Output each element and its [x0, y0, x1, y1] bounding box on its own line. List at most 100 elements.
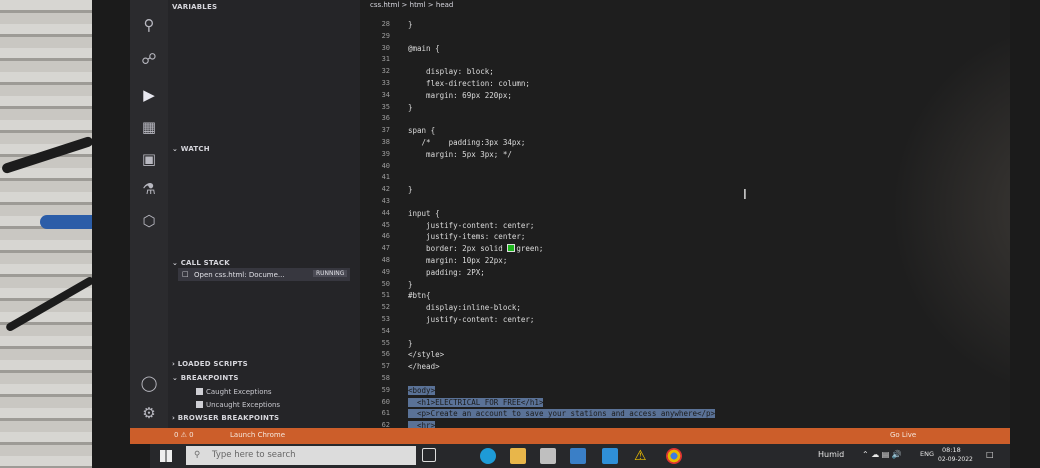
vscode-icon[interactable]: [602, 448, 618, 464]
callstack-state-badge: RUNNING: [313, 270, 348, 277]
line-number: 35: [381, 103, 390, 111]
source-control-icon[interactable]: ☍: [140, 50, 158, 68]
code-line[interactable]: span {: [408, 126, 435, 135]
notification-icon[interactable]: □: [986, 450, 994, 459]
go-live-button[interactable]: Go Live: [890, 431, 916, 439]
checkbox[interactable]: [196, 388, 203, 395]
tray-icons[interactable]: ⌃ ☁ ▤ 🔊: [862, 450, 902, 459]
browser-breakpoints-label: BROWSER BREAKPOINTS: [177, 414, 280, 422]
screen-reflection: [860, 30, 1010, 430]
code-line[interactable]: <p>Create an account to save your statio…: [408, 409, 716, 418]
callstack-section-header[interactable]: ⌄ CALL STACK: [172, 259, 230, 267]
code-line[interactable]: flex-direction: column;: [408, 79, 530, 88]
watch-section-header[interactable]: ⌄ WATCH: [172, 145, 210, 153]
variables-section-header[interactable]: VARIABLES: [172, 3, 217, 11]
status-bar: 0 ⚠ 0 Launch Chrome Go Live: [130, 428, 1010, 444]
code-line[interactable]: </style>: [408, 350, 444, 359]
code-line[interactable]: @main {: [408, 44, 440, 53]
testing-icon[interactable]: ⚗: [140, 180, 158, 198]
code-line[interactable]: margin: 69px 220px;: [408, 91, 512, 100]
chrome-icon[interactable]: [666, 448, 682, 464]
windows-start-icon[interactable]: [160, 450, 172, 462]
code-line[interactable]: #btn{: [408, 291, 431, 300]
code-line[interactable]: margin: 5px 3px; */: [408, 150, 512, 159]
line-number: 31: [381, 55, 390, 63]
browser-breakpoints-header[interactable]: › BROWSER BREAKPOINTS: [172, 414, 279, 422]
code-line[interactable]: input {: [408, 209, 440, 218]
line-number: 40: [381, 162, 390, 170]
line-number: 36: [381, 114, 390, 122]
chevron-down-icon: ⌄: [172, 374, 179, 382]
code-line[interactable]: justify-content: center;: [408, 315, 534, 324]
task-view-icon[interactable]: [422, 448, 436, 462]
breakpoint-item[interactable]: Uncaught Exceptions: [196, 401, 280, 409]
problems-indicator[interactable]: 0 ⚠ 0: [174, 431, 194, 439]
code-line[interactable]: }: [408, 20, 413, 29]
callstack-item-label: Open css.html: Docume...: [194, 271, 285, 279]
mail-icon[interactable]: [570, 448, 586, 464]
code-line[interactable]: <h1>ELECTRICAL FOR FREE</h1>: [408, 398, 544, 407]
remote-explorer-icon[interactable]: ▣: [140, 150, 158, 168]
line-number: 37: [381, 126, 390, 134]
line-number: 53: [381, 315, 390, 323]
color-swatch-icon[interactable]: [507, 244, 516, 252]
extensions-icon[interactable]: ▦: [140, 118, 158, 136]
breakpoints-label: BREAKPOINTS: [180, 374, 239, 382]
line-number: 47: [381, 244, 390, 252]
line-number: 48: [381, 256, 390, 264]
file-explorer-icon[interactable]: [510, 448, 526, 464]
line-number: 44: [381, 209, 390, 217]
loaded-scripts-label: LOADED SCRIPTS: [177, 360, 248, 368]
chevron-down-icon: ⌄: [172, 145, 179, 153]
checkbox[interactable]: [196, 401, 203, 408]
code-line[interactable]: display: block;: [408, 67, 494, 76]
gear-icon[interactable]: ⚙: [140, 404, 158, 422]
line-number: 50: [381, 280, 390, 288]
code-line[interactable]: }: [408, 103, 413, 112]
clock-time[interactable]: 08:18: [942, 446, 961, 454]
language-indicator[interactable]: ENG: [920, 450, 934, 458]
code-line[interactable]: border: 2px solid green;: [408, 244, 543, 253]
code-line[interactable]: margin: 10px 22px;: [408, 256, 507, 265]
code-line[interactable]: /* padding:3px 34px;: [408, 138, 526, 147]
code-line[interactable]: justify-items: center;: [408, 232, 525, 241]
store-icon[interactable]: [540, 448, 556, 464]
warning-icon[interactable]: ⚠: [634, 448, 650, 464]
line-number: 55: [381, 339, 390, 347]
search-icon[interactable]: ⚲: [140, 16, 158, 34]
line-number: 57: [381, 362, 390, 370]
vscode-window: ⚲ ☍ ▶ ▦ ▣ ⚗ ⬡ ◯ ⚙ VARIABLES ⌄ WATCH ⌄ CA…: [130, 0, 1010, 444]
clock-date[interactable]: 02-09-2022: [938, 456, 973, 463]
docker-icon[interactable]: ⬡: [140, 212, 158, 230]
code-line[interactable]: </head>: [408, 362, 440, 371]
breakpoints-header[interactable]: ⌄ BREAKPOINTS: [172, 374, 239, 382]
taskbar-search-input[interactable]: ⚲ Type here to search: [186, 446, 416, 465]
edge-icon[interactable]: [480, 448, 496, 464]
line-number: 56: [381, 350, 390, 358]
callstack-item[interactable]: □ Open css.html: Docume... RUNNING: [178, 268, 350, 281]
chevron-right-icon: ›: [172, 414, 176, 422]
code-line[interactable]: justify-content: center;: [408, 221, 534, 230]
search-placeholder: Type here to search: [212, 450, 296, 460]
line-number: 46: [381, 232, 390, 240]
loaded-scripts-header[interactable]: › LOADED SCRIPTS: [172, 360, 248, 368]
cable: [4, 275, 96, 333]
code-line[interactable]: display:inline-block;: [408, 303, 521, 312]
code-line[interactable]: <body>: [408, 386, 436, 395]
watch-label: WATCH: [180, 145, 210, 153]
line-number: 38: [381, 138, 390, 146]
launch-config[interactable]: Launch Chrome: [230, 431, 285, 439]
breakpoint-item[interactable]: Caught Exceptions: [196, 388, 272, 396]
code-line[interactable]: padding: 2PX;: [408, 268, 485, 277]
run-debug-icon[interactable]: ▶: [140, 86, 158, 104]
account-icon[interactable]: ◯: [140, 374, 158, 392]
line-number: 39: [381, 150, 390, 158]
line-number: 59: [381, 386, 390, 394]
code-line[interactable]: }: [408, 339, 413, 348]
weather-label[interactable]: Humid: [818, 450, 844, 459]
code-editor[interactable]: css.html > html > head 28 29 30 31 32 33 34 35 3…: [360, 0, 1010, 430]
search-icon: ⚲: [194, 450, 201, 460]
breadcrumb[interactable]: css.html > html > head: [370, 1, 453, 9]
code-line[interactable]: }: [408, 280, 413, 289]
code-line[interactable]: }: [408, 185, 413, 194]
